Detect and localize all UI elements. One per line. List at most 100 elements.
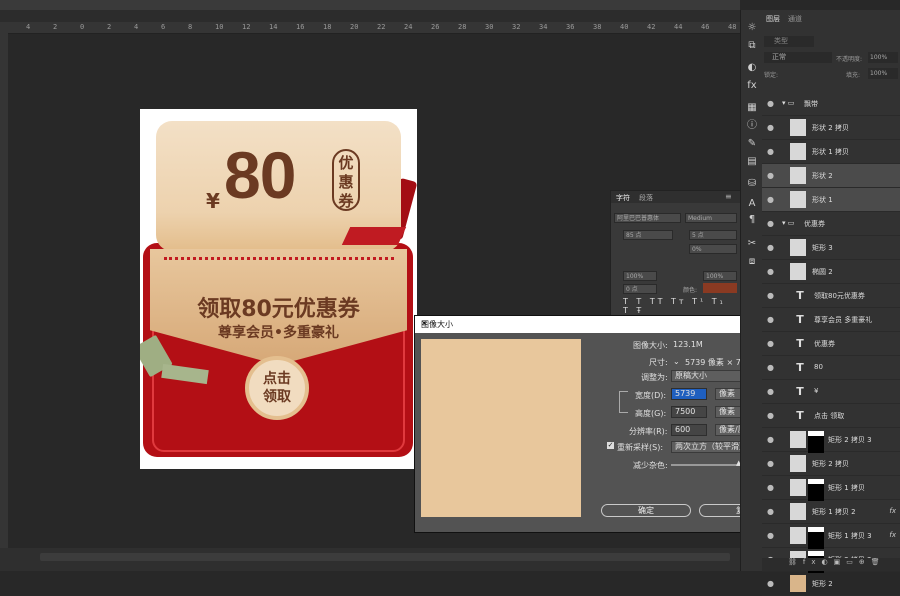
visibility-eye-icon[interactable]: ● (767, 267, 774, 276)
character-panel-icon[interactable]: A (743, 196, 761, 212)
layer-mask-thumbnail (808, 431, 824, 453)
layer-row[interactable]: ● ▾ ▭ 优惠券 (762, 212, 900, 236)
ruler-tick-label: 24 (404, 23, 413, 31)
layer-row[interactable]: ● T 优惠券 (762, 332, 900, 356)
swatches-icon[interactable]: ▦ (743, 100, 761, 116)
chevron-down-icon[interactable]: ⌄ (673, 357, 680, 366)
vertical-scale-field[interactable]: 100% (623, 271, 657, 281)
visibility-eye-icon[interactable]: ● (767, 387, 774, 396)
layer-comps-icon[interactable]: ⧈ (743, 254, 761, 270)
ruler-tick-label: 12 (242, 23, 251, 31)
layer-row[interactable]: ● 矩形 1 拷贝 (762, 476, 900, 501)
visibility-eye-icon[interactable]: ● (767, 483, 774, 492)
layer-filter-select[interactable]: 类型 (764, 36, 814, 47)
layer-row[interactable]: ● ▾ ▭ 飘带 (762, 92, 900, 116)
tracking-field[interactable]: 0% (689, 244, 737, 254)
leading-field[interactable]: 5 点 (689, 230, 737, 240)
visibility-eye-icon[interactable]: ● (767, 147, 774, 156)
tools-icon[interactable]: ✂ (743, 236, 761, 252)
panel-menu-icon[interactable]: ≡ (725, 192, 732, 201)
horizontal-scrollbar[interactable] (40, 553, 730, 561)
clone-source-icon[interactable]: ▤ (743, 154, 761, 170)
layer-row[interactable]: ● 椭圆 2 (762, 260, 900, 284)
ruler-tick-label: 10 (215, 23, 224, 31)
folder-icon[interactable]: ▾ ▭ (782, 99, 794, 107)
resample-checkbox[interactable]: ✓ (607, 442, 614, 449)
layer-row[interactable]: ● 矩形 1 拷贝 3 fx (762, 524, 900, 549)
noise-slider[interactable] (671, 464, 743, 466)
layer-row[interactable]: ● T ¥ (762, 380, 900, 404)
visibility-eye-icon[interactable]: ● (767, 315, 774, 324)
layer-row[interactable]: ● 形状 2 (762, 164, 900, 188)
font-style-select[interactable]: Medium (685, 213, 737, 223)
ok-button[interactable]: 确定 (601, 504, 691, 517)
visibility-eye-icon[interactable]: ● (767, 339, 774, 348)
ruler-tick-label: 22 (377, 23, 386, 31)
layer-row[interactable]: ● 矩形 2 拷贝 (762, 452, 900, 476)
font-family-select[interactable]: 阿里巴巴普惠体 (614, 213, 681, 223)
resolution-input[interactable]: 600 (671, 424, 707, 436)
text-color-swatch[interactable] (703, 283, 737, 293)
noise-label: 减少杂色: (633, 461, 668, 470)
folder-icon[interactable]: ▾ ▭ (782, 219, 794, 227)
layer-row[interactable]: ● T 尊享会员 多重豪礼 (762, 308, 900, 332)
layer-row[interactable]: ● 形状 1 (762, 188, 900, 212)
close-icon[interactable]: ✕ (421, 319, 790, 328)
document-tab-bar[interactable] (0, 10, 740, 22)
layer-row[interactable]: ● 矩形 1 拷贝 2 fx (762, 500, 900, 524)
visibility-eye-icon[interactable]: ● (767, 507, 774, 516)
brush-icon[interactable]: ✎ (743, 136, 761, 152)
visibility-eye-icon[interactable]: ● (767, 171, 774, 180)
artboard-canvas[interactable]: ¥ 80 优 惠 券 领取80元优惠券 尊享会员•多重豪礼 点击 领取 (140, 109, 417, 469)
tab-channels[interactable]: 通道 (788, 14, 802, 24)
font-size-field[interactable]: 85 点 (623, 230, 673, 240)
constrain-link-icon[interactable] (619, 391, 628, 413)
layer-row[interactable]: ● T 点击 领取 (762, 404, 900, 428)
layer-row[interactable]: ● 形状 2 拷贝 (762, 116, 900, 140)
layer-row[interactable]: ● T 领取80元优惠券 (762, 284, 900, 308)
color-icon[interactable]: ◐ (743, 60, 761, 76)
tab-paragraph[interactable]: 段落 (639, 193, 653, 203)
visibility-eye-icon[interactable]: ● (767, 123, 774, 132)
layer-row[interactable]: ● 矩形 2 (762, 572, 900, 596)
layer-row[interactable]: ● 矩形 2 拷贝 3 (762, 428, 900, 453)
visibility-eye-icon[interactable]: ● (767, 411, 774, 420)
stamp-icon[interactable]: ⛁ (743, 176, 761, 192)
baseline-field[interactable]: 0 点 (623, 284, 657, 294)
image-preview[interactable] (421, 339, 581, 517)
layer-row[interactable]: ● 矩形 3 (762, 236, 900, 260)
fill-input[interactable]: 100% (868, 68, 898, 79)
type-style-buttons[interactable]: T T TT Tт T¹ T₁ T Ŧ (623, 297, 733, 315)
opacity-input[interactable]: 100% (868, 52, 898, 63)
visibility-eye-icon[interactable]: ● (767, 99, 774, 108)
visibility-eye-icon[interactable]: ● (767, 579, 774, 588)
paragraph-panel-icon[interactable]: ¶ (743, 212, 761, 228)
layer-mask-thumbnail (808, 527, 824, 549)
layer-name: 矩形 1 拷贝 (828, 484, 865, 492)
tab-character[interactable]: 字符 (616, 193, 630, 203)
visibility-eye-icon[interactable]: ● (767, 219, 774, 228)
layer-row[interactable]: ● T 80 (762, 356, 900, 380)
properties-icon[interactable]: ⧉ (743, 38, 761, 54)
tab-layers[interactable]: 图层 (766, 14, 780, 24)
layers-footer-toolbar[interactable]: ⛓fx◐▣▭⊕🗑 (762, 558, 900, 571)
visibility-eye-icon[interactable]: ● (767, 291, 774, 300)
visibility-eye-icon[interactable]: ● (767, 363, 774, 372)
visibility-eye-icon[interactable]: ● (767, 435, 774, 444)
blend-mode-select[interactable]: 正常 (764, 52, 832, 63)
layer-name: 矩形 2 拷贝 (812, 460, 849, 468)
height-input[interactable]: 7500 (671, 406, 707, 418)
layer-effects-icon[interactable]: fx (889, 507, 896, 515)
visibility-eye-icon[interactable]: ● (767, 195, 774, 204)
visibility-eye-icon[interactable]: ● (767, 531, 774, 540)
adjustments-icon[interactable]: fx (743, 78, 761, 94)
visibility-eye-icon[interactable]: ● (767, 459, 774, 468)
horizontal-scale-field[interactable]: 100% (703, 271, 737, 281)
width-input[interactable]: 5739 (671, 388, 707, 400)
history-icon[interactable]: ☼ (743, 20, 761, 36)
info-icon[interactable]: ⓘ (743, 118, 761, 134)
layer-row[interactable]: ● 形状 1 拷贝 (762, 140, 900, 164)
layer-effects-icon[interactable]: fx (889, 531, 896, 539)
layer-name: 领取80元优惠券 (814, 292, 865, 300)
visibility-eye-icon[interactable]: ● (767, 243, 774, 252)
